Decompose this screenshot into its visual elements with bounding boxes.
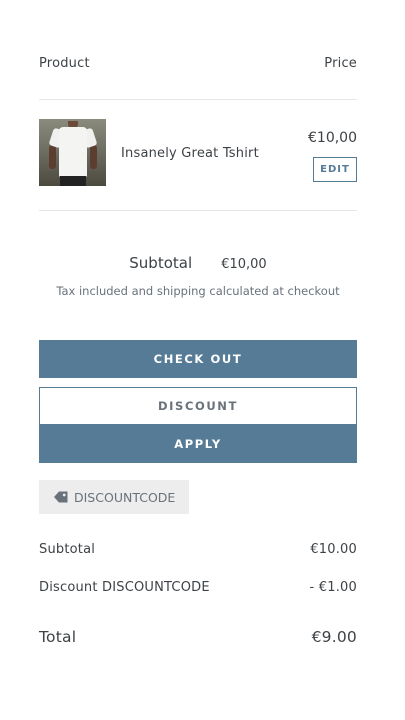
product-name-link[interactable]: Insanely Great Tshirt [121, 146, 259, 161]
edit-item-button[interactable]: EDIT [313, 157, 357, 182]
tax-shipping-note: Tax included and shipping calculated at … [56, 284, 340, 298]
summary-discount-value: - €1.00 [309, 580, 357, 595]
applied-discount-code: DISCOUNTCODE [74, 489, 176, 505]
subtotal-label: Subtotal [129, 254, 193, 272]
product-column-header: Product [39, 56, 90, 71]
product-thumbnail[interactable] [39, 119, 106, 186]
discount-code-input[interactable]: DISCOUNT [39, 387, 357, 425]
summary-total-value: €9.00 [311, 628, 357, 646]
apply-discount-button[interactable]: APPLY [39, 424, 357, 463]
applied-discount-tag: DISCOUNTCODE [39, 480, 189, 514]
summary-subtotal-value: €10.00 [310, 542, 357, 557]
item-divider [39, 210, 357, 211]
product-price: €10,00 [308, 130, 357, 146]
summary-total-label: Total [39, 628, 77, 646]
checkout-button[interactable]: CHECK OUT [39, 340, 357, 378]
summary-subtotal-label: Subtotal [39, 542, 96, 557]
subtotal-value: €10,00 [221, 257, 267, 272]
header-divider [39, 99, 357, 100]
cart-item-row: Insanely Great Tshirt €10,00 EDIT [39, 119, 357, 186]
cart-table-header: Product Price [39, 56, 357, 71]
summary-discount-row: Discount DISCOUNTCODE - €1.00 [39, 580, 357, 595]
summary-total-row: Total €9.00 [39, 628, 357, 646]
price-column-header: Price [324, 56, 357, 71]
summary-subtotal-row: Subtotal €10.00 [39, 542, 357, 557]
tag-icon [54, 491, 68, 503]
cart-subtotal: Subtotal €10,00 [39, 253, 357, 272]
summary-discount-label: Discount DISCOUNTCODE [39, 580, 210, 595]
